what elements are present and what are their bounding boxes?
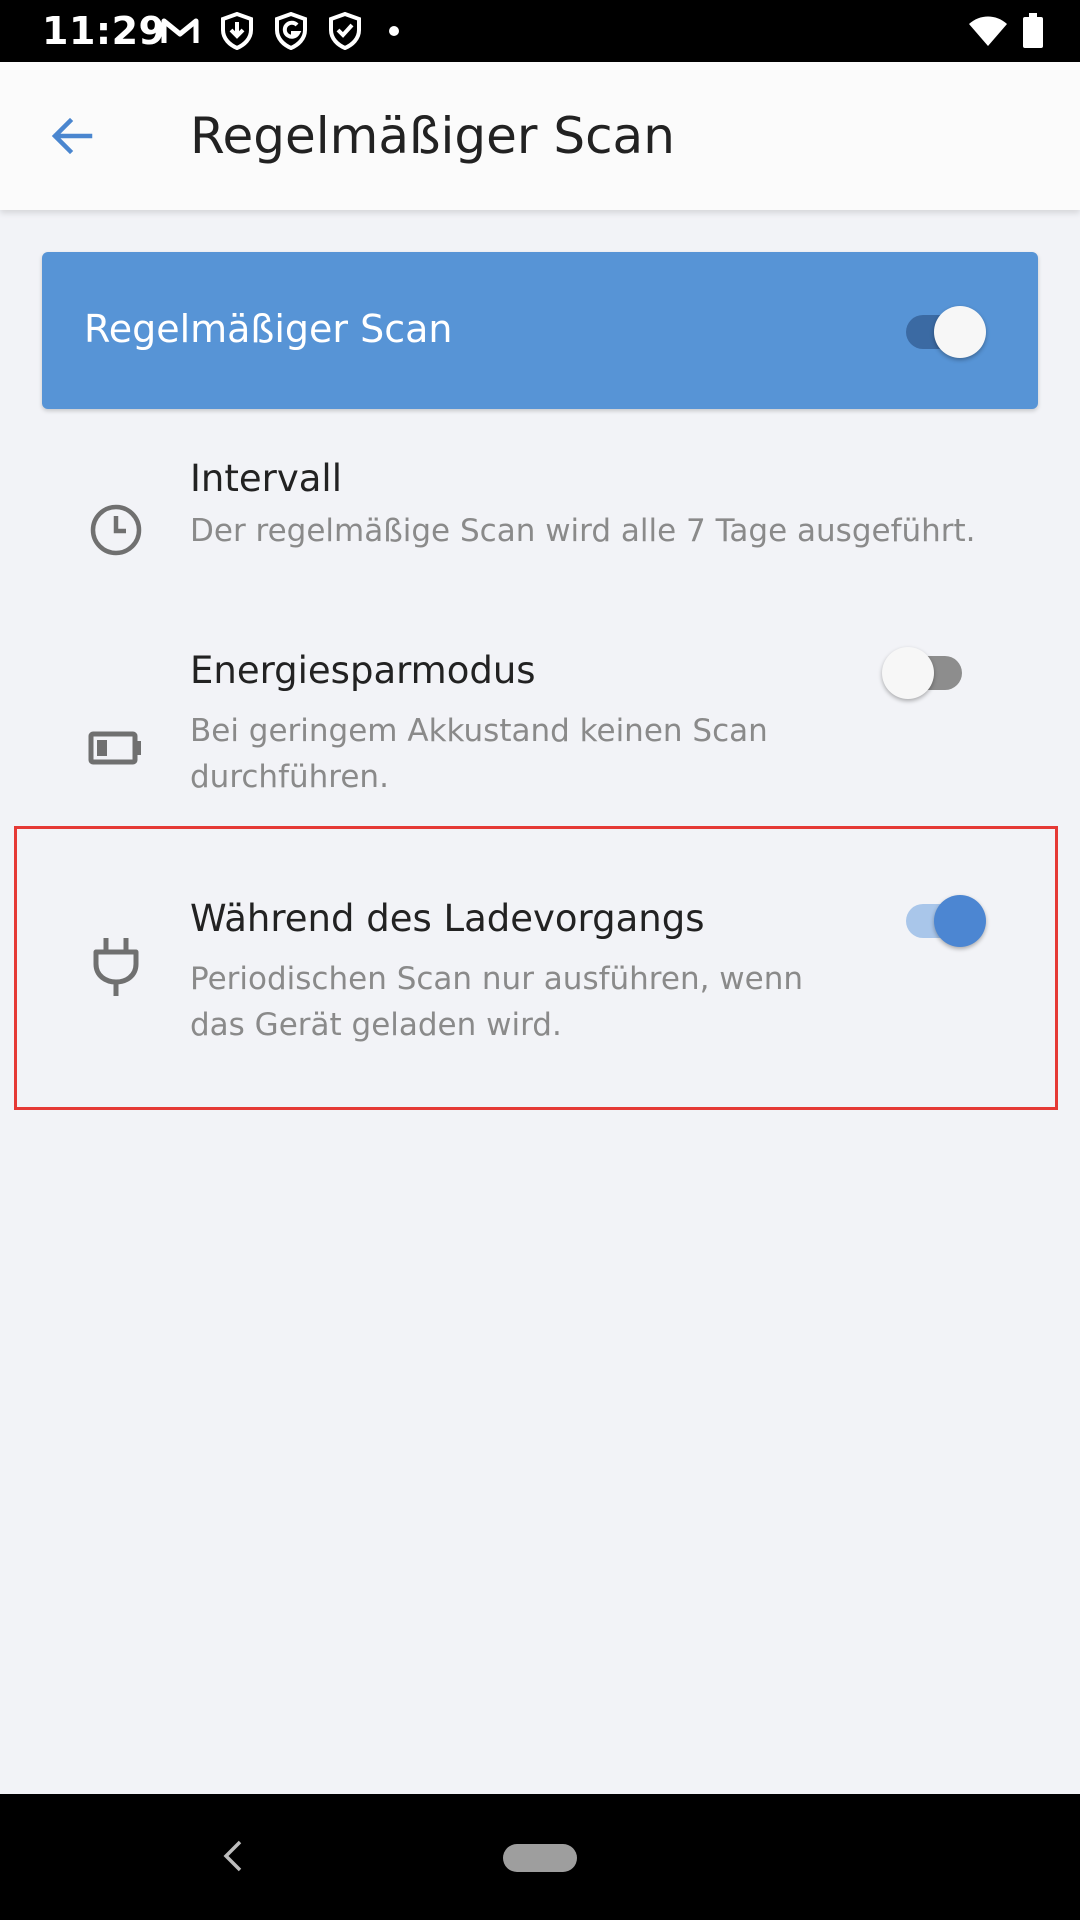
power-plug-icon	[88, 938, 144, 996]
gmail-icon	[161, 18, 199, 43]
energy-saving-switch[interactable]	[880, 643, 966, 701]
regular-scan-toggle-card[interactable]: Regelmäßiger Scan	[42, 252, 1038, 409]
nav-home-button[interactable]	[503, 1844, 577, 1872]
setting-row-interval[interactable]: Intervall Der regelmäßige Scan wird alle…	[0, 430, 1080, 590]
wifi-icon	[969, 16, 1007, 46]
status-time: 11:29	[42, 9, 166, 53]
regular-scan-toggle-label: Regelmäßiger Scan	[84, 307, 453, 351]
battery-icon	[1023, 13, 1043, 48]
download-shield-icon	[221, 12, 253, 50]
more-notifications-dot	[389, 26, 399, 36]
arrow-left-icon	[51, 117, 93, 155]
g-shield-icon	[275, 12, 307, 50]
system-icons	[968, 11, 1044, 51]
setting-title: Energiesparmodus	[190, 649, 536, 692]
back-button[interactable]	[34, 102, 110, 170]
switch-thumb	[934, 306, 986, 358]
battery-low-icon	[88, 720, 144, 776]
status-bar: 11:29	[0, 0, 1080, 62]
back-icon	[223, 1840, 242, 1872]
clock-icon	[88, 502, 144, 558]
page-title: Regelmäßiger Scan	[190, 107, 675, 165]
setting-description: Periodischen Scan nur ausführen, wenn da…	[190, 961, 804, 1043]
navigation-bar	[0, 1794, 1080, 1920]
switch-thumb	[934, 895, 986, 947]
notification-icons	[160, 11, 406, 51]
nav-back-button[interactable]	[212, 1830, 252, 1882]
setting-row-while-charging[interactable]: Während des Ladevorgangs Periodischen Sc…	[0, 830, 1080, 1106]
check-shield-icon	[329, 12, 361, 50]
app-bar: Regelmäßiger Scan	[0, 62, 1080, 210]
setting-title: Intervall	[190, 457, 342, 500]
setting-title: Während des Ladevorgangs	[190, 897, 705, 940]
setting-description: Bei geringem Akkustand keinen Scan durch…	[190, 713, 768, 795]
while-charging-switch[interactable]	[902, 891, 988, 949]
switch-thumb	[882, 647, 934, 699]
regular-scan-switch[interactable]	[902, 302, 988, 360]
setting-description: Der regelmäßige Scan wird alle 7 Tage au…	[190, 513, 976, 549]
